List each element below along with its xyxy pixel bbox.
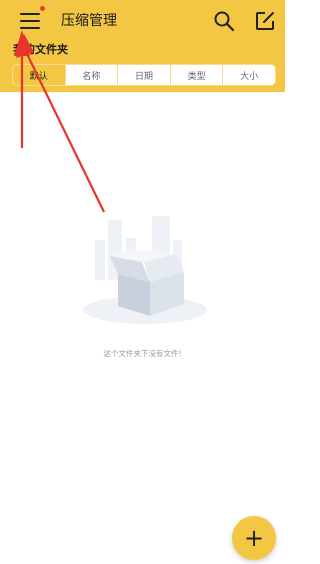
notification-dot [40,6,45,11]
empty-box-icon [83,216,207,324]
section-title: 我的文件夹 [13,43,68,56]
page-title: 压缩管理 [61,13,117,29]
empty-message: 这个文件夹下没有文件! [103,349,182,358]
app-header: 压缩管理 我的文件夹 默认 名称 日期 类型 大小 [0,0,285,92]
search-icon[interactable] [213,10,235,32]
tab-name[interactable]: 名称 [64,65,118,85]
plus-icon: + [243,524,265,552]
add-button[interactable]: + [232,516,276,560]
tab-size[interactable]: 大小 [222,65,275,85]
edit-icon[interactable] [254,10,276,32]
sort-tabs: 默认 名称 日期 类型 大小 [12,64,276,86]
tab-default[interactable]: 默认 [13,65,65,85]
tab-type[interactable]: 类型 [169,65,223,85]
menu-icon[interactable] [20,10,42,32]
tab-date[interactable]: 日期 [117,65,170,85]
